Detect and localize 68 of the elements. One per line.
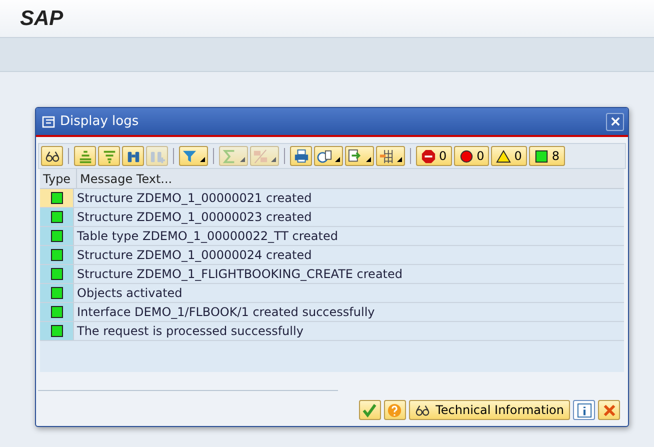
row-selector-cell[interactable] — [40, 208, 74, 226]
glasses-icon — [44, 148, 60, 164]
subtotal-icon — [253, 148, 268, 164]
column-header: Message Text... — [79, 170, 174, 188]
filter-button[interactable] — [179, 146, 208, 166]
technical-information-button[interactable]: Technical Information — [408, 400, 570, 420]
close-button[interactable] — [606, 112, 624, 130]
confirm-button[interactable] — [358, 400, 381, 420]
logo-text: SAP — [20, 6, 64, 30]
row-selector-cell[interactable] — [40, 246, 74, 264]
window-icon — [42, 116, 56, 128]
filter-icon — [182, 148, 197, 164]
message-text: Structure ZDEMO_1_FLIGHTBOOKING_CREATE created — [74, 265, 624, 283]
status-square-icon — [50, 306, 62, 318]
status-square-icon — [50, 211, 62, 223]
success-count-button[interactable]: 8 — [528, 146, 565, 166]
message-text: Structure ZDEMO_1_00000021 created — [74, 189, 624, 207]
info-icon — [576, 402, 592, 418]
views-button[interactable] — [314, 146, 343, 166]
row-selector-cell[interactable] — [40, 227, 74, 245]
message-text: The request is processed successfully — [74, 322, 624, 340]
sort-descending-icon — [102, 148, 116, 164]
sort-up-button[interactable] — [74, 146, 96, 166]
glasses-icon — [414, 402, 430, 418]
help-button[interactable] — [384, 400, 406, 420]
view-icon — [317, 148, 332, 164]
message-text: Structure ZDEMO_1_00000023 created — [74, 208, 624, 226]
message-text: Objects activated — [74, 284, 624, 302]
sigma-icon — [222, 148, 237, 164]
layout-button[interactable] — [376, 146, 405, 166]
error-circle-icon — [458, 148, 474, 164]
layout-grid-icon — [379, 148, 394, 164]
warning-triangle-icon — [496, 148, 512, 164]
close-icon — [610, 117, 620, 126]
message-text: Interface DEMO_1/FLBOOK/1 created successfully — [74, 303, 624, 321]
printer-icon — [294, 148, 308, 164]
row-selector-cell[interactable] — [40, 265, 74, 283]
message-text: Structure ZDEMO_1_00000024 created — [74, 246, 624, 264]
sort-ascending-icon — [78, 148, 92, 164]
export-button[interactable] — [345, 146, 374, 166]
export-icon — [348, 148, 363, 164]
find-button[interactable] — [122, 146, 144, 166]
message-text: Table type ZDEMO_1_00000022_TT created — [74, 227, 624, 245]
error-count-button[interactable]: 0 — [454, 146, 490, 166]
status-square-icon — [50, 249, 62, 261]
status-square-icon — [50, 268, 62, 280]
sort-down-button[interactable] — [98, 146, 120, 166]
status-square-icon — [50, 192, 62, 204]
warning-count-button[interactable]: 0 — [491, 146, 527, 166]
status-square-icon — [50, 325, 62, 337]
row-selector-cell[interactable] — [40, 303, 74, 321]
cancel-button[interactable] — [598, 400, 620, 420]
row-selector-cell[interactable] — [40, 322, 74, 340]
info-button[interactable] — [573, 400, 595, 420]
question-icon — [387, 402, 402, 418]
stop-sign-icon — [421, 148, 436, 164]
success-square-icon — [534, 148, 549, 164]
row-selector-cell[interactable] — [40, 189, 74, 207]
status-square-icon — [50, 230, 62, 242]
checkmark-icon — [362, 402, 378, 418]
print-button[interactable] — [290, 146, 312, 166]
close-icon — [602, 402, 616, 418]
status-square-icon — [50, 287, 62, 299]
dialog-title: Display logs — [60, 114, 140, 129]
column-header: Type — [40, 169, 77, 188]
row-selector-cell[interactable] — [40, 284, 74, 302]
stop-count-button[interactable]: 0 — [416, 146, 452, 166]
display-button[interactable] — [41, 146, 63, 166]
